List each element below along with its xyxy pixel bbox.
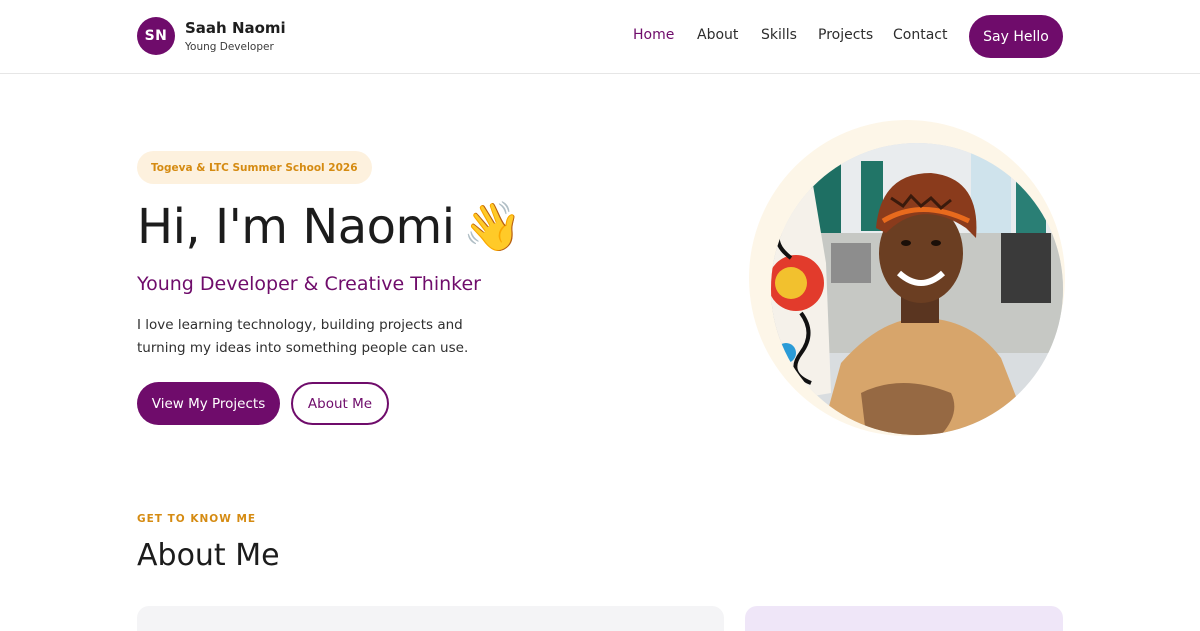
view-projects-button[interactable]: View My Projects bbox=[137, 382, 280, 425]
nav-about[interactable]: About bbox=[697, 27, 738, 43]
about-card-left bbox=[137, 606, 724, 631]
hero-description: I love learning technology, building pro… bbox=[137, 317, 469, 356]
hero-title: Hi, I'm Naomi 👋 bbox=[137, 198, 522, 255]
profile-photo-illustration bbox=[771, 143, 1063, 435]
nav-home[interactable]: Home bbox=[633, 27, 674, 43]
nav-projects[interactable]: Projects bbox=[818, 27, 873, 43]
say-hello-button[interactable]: Say Hello bbox=[969, 15, 1063, 58]
section-eyebrow: GET TO KNOW ME bbox=[137, 513, 257, 525]
brand-name[interactable]: Saah Naomi bbox=[185, 19, 286, 37]
profile-photo bbox=[771, 143, 1063, 435]
avatar[interactable]: SN bbox=[137, 17, 175, 55]
brand-role: Young Developer bbox=[185, 41, 274, 53]
nav-skills[interactable]: Skills bbox=[761, 27, 797, 43]
event-badge: Togeva & LTC Summer School 2026 bbox=[137, 151, 372, 184]
hero-subtitle: Young Developer & Creative Thinker bbox=[137, 273, 481, 295]
wave-emoji-icon: 👋 bbox=[462, 199, 523, 255]
site-header: SN Saah Naomi Young Developer Home About… bbox=[0, 0, 1200, 74]
nav-contact[interactable]: Contact bbox=[893, 27, 947, 43]
about-section-title: About Me bbox=[137, 538, 280, 573]
about-card-right bbox=[745, 606, 1063, 631]
hero-title-text: Hi, I'm Naomi bbox=[137, 199, 455, 255]
about-me-button[interactable]: About Me bbox=[291, 382, 389, 425]
